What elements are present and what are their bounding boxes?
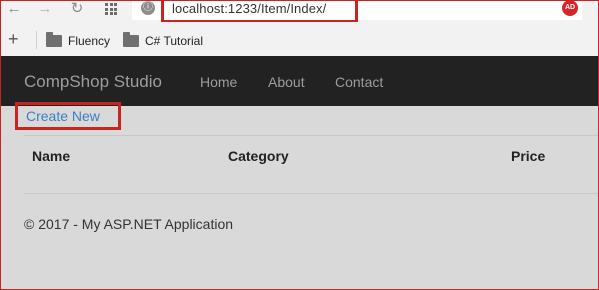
brand-link[interactable]: CompShop Studio bbox=[24, 72, 162, 92]
footer-text: © 2017 - My ASP.NET Application bbox=[24, 216, 234, 232]
bookmarks-divider bbox=[36, 31, 37, 49]
column-header-category: Category bbox=[228, 148, 289, 164]
apps-grid-icon[interactable] bbox=[105, 3, 117, 15]
bookmark-fluency[interactable]: Fluency bbox=[46, 32, 110, 50]
footer-divider bbox=[24, 193, 599, 194]
bookmark-csharp-tutorial[interactable]: C# Tutorial bbox=[123, 32, 203, 50]
forward-arrow-icon[interactable]: → bbox=[37, 0, 53, 18]
column-header-name: Name bbox=[32, 148, 71, 164]
browser-toolbar: ← → ↻ ⓘ localhost:1233/Item/Index/ AD bbox=[0, 0, 599, 23]
bookmark-label: C# Tutorial bbox=[145, 34, 204, 48]
create-new-link[interactable]: Create New bbox=[26, 108, 100, 124]
add-bookmark-icon[interactable]: + bbox=[8, 30, 19, 48]
folder-icon bbox=[123, 32, 139, 47]
back-arrow-icon[interactable]: ← bbox=[6, 0, 22, 18]
reload-icon[interactable]: ↻ bbox=[69, 0, 85, 18]
site-info-icon[interactable]: ⓘ bbox=[141, 1, 155, 15]
folder-icon bbox=[46, 32, 62, 47]
nav-link-about[interactable]: About bbox=[268, 74, 305, 90]
bookmark-label: Fluency bbox=[68, 34, 111, 48]
adblock-extension-icon[interactable]: AD bbox=[562, 0, 578, 16]
nav-link-contact[interactable]: Contact bbox=[335, 74, 383, 90]
url-text[interactable]: localhost:1233/Item/Index/ bbox=[172, 1, 326, 16]
site-navbar: CompShop Studio Home About Contact bbox=[0, 56, 599, 106]
table-top-border bbox=[24, 135, 599, 136]
address-bar[interactable]: ⓘ localhost:1233/Item/Index/ AD bbox=[132, 0, 582, 23]
create-new-highlight: Create New bbox=[15, 102, 121, 130]
bookmarks-bar: + Fluency C# Tutorial bbox=[0, 22, 599, 56]
nav-link-home[interactable]: Home bbox=[200, 74, 237, 90]
url-highlight-box: localhost:1233/Item/Index/ bbox=[161, 0, 358, 23]
column-header-price: Price bbox=[511, 148, 546, 164]
